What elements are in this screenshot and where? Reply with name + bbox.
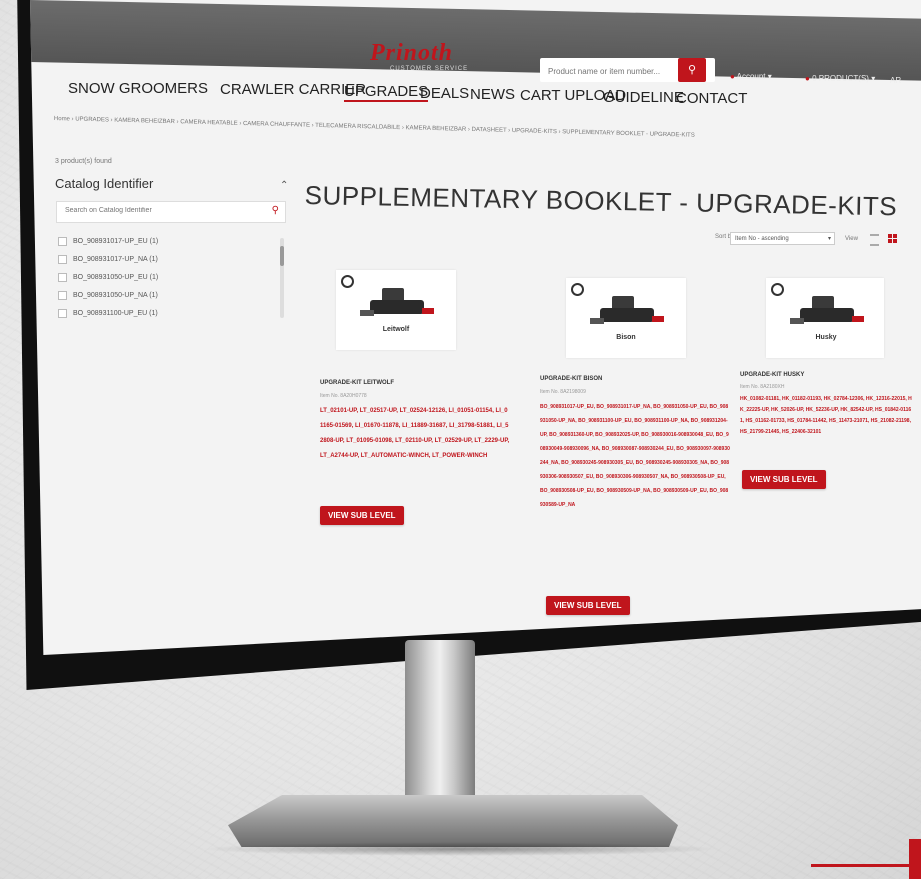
- view-label: View: [845, 236, 858, 242]
- nav-item-snow-groomers[interactable]: SNOW GROOMERS: [68, 80, 208, 97]
- vehicle-blade: [360, 310, 374, 316]
- filter-title: Catalog Identifier: [55, 176, 154, 191]
- brand-accent-line: [811, 864, 921, 867]
- main-nav: SNOW GROOMERS CRAWLER CARRIER UPGRADES D…: [68, 80, 918, 120]
- filter-item-label: BO_908931017-UP_NA (1): [73, 255, 158, 263]
- filter-item[interactable]: BO_908931050-UP_NA (1): [58, 286, 288, 304]
- product-image[interactable]: Husky: [766, 278, 884, 358]
- list-view-icon[interactable]: [870, 234, 879, 246]
- product-image[interactable]: Leitwolf: [336, 270, 456, 350]
- product-card-husky: Husky UPGRADE-KIT HUSKY Item No. 8A2180X…: [740, 278, 921, 508]
- badge-icon: [341, 275, 354, 288]
- sort-value: Item No - ascending: [735, 236, 789, 242]
- vehicle-body: [600, 308, 654, 322]
- logo-tagline: CUSTOMER SERVICE: [390, 66, 469, 72]
- product-card-leitwolf: Leitwolf UPGRADE-KIT LEITWOLF Item No. 8…: [310, 270, 509, 570]
- search-button[interactable]: ⚲: [678, 58, 706, 82]
- checkbox[interactable]: [58, 236, 67, 246]
- vehicle-tiller: [652, 316, 664, 322]
- view-sub-level-button[interactable]: VIEW SUB LEVEL: [546, 596, 630, 615]
- monitor: Prinoth CUSTOMER SERVICE ⚲ ● Account ▾ ●…: [0, 0, 921, 700]
- vehicle-label: Husky: [815, 334, 837, 341]
- product-codes: LT_02101-UP, LT_02517-UP, LT_02524-12126…: [320, 408, 510, 459]
- chevron-down-icon: ▾: [827, 236, 831, 242]
- stand-shadow: [200, 842, 720, 856]
- nav-item-news[interactable]: NEWS: [470, 86, 515, 103]
- grid-view-icon[interactable]: [888, 234, 897, 243]
- filter-item-label: BO_908931100-UP_EU (1): [73, 309, 158, 317]
- filter-item-label: BO_908931050-UP_NA (1): [73, 291, 158, 299]
- product-item-no: Item No. 8A20H0778: [320, 393, 367, 399]
- product-item-no: Item No. 8A2198009: [540, 389, 586, 395]
- monitor-stand-neck: [405, 640, 475, 820]
- vehicle-label: Bison: [616, 334, 636, 341]
- filter-search-input[interactable]: [63, 206, 247, 215]
- filter-search-box: ⚲: [56, 201, 286, 223]
- logo[interactable]: Prinoth: [370, 40, 453, 67]
- vehicle-blade: [590, 318, 604, 324]
- product-name[interactable]: UPGRADE-KIT BISON: [540, 376, 602, 382]
- nav-item-guideline[interactable]: GUIDELINE: [603, 89, 684, 106]
- filter-item[interactable]: BO_908931050-UP_EU (1): [58, 268, 288, 286]
- brand-accent-block: [909, 839, 921, 879]
- filter-item[interactable]: BO_908931017-UP_EU (1): [58, 232, 288, 250]
- screen: Prinoth CUSTOMER SERVICE ⚲ ● Account ▾ ●…: [30, 0, 921, 655]
- monitor-stand-base: [228, 795, 678, 847]
- vehicle-body: [370, 300, 424, 314]
- product-codes: BO_908931017-UP_EU, BO_908931017-UP_NA, …: [540, 404, 730, 508]
- filter-list: BO_908931017-UP_EU (1) BO_908931017-UP_N…: [58, 232, 288, 322]
- vehicle-blade: [790, 318, 804, 324]
- product-codes: HK_01082-01181, HK_01182-01193, HK_02784…: [740, 396, 912, 435]
- checkbox[interactable]: [58, 272, 67, 282]
- vehicle-tiller: [422, 308, 434, 314]
- collapse-icon[interactable]: ⌃: [280, 180, 288, 191]
- page-title: SUPPLEMENTARY BOOKLET - UPGRADE-KITS: [304, 180, 898, 222]
- product-image[interactable]: Bison: [566, 278, 686, 358]
- view-sub-level-button[interactable]: VIEW SUB LEVEL: [320, 506, 404, 525]
- sort-select[interactable]: Item No - ascending ▾: [730, 232, 835, 245]
- filter-scrollbar[interactable]: [280, 238, 284, 318]
- top-bar: [30, 0, 921, 81]
- badge-icon: [771, 283, 784, 296]
- result-count: 3 product(s) found: [55, 158, 112, 165]
- badge-icon: [571, 283, 584, 296]
- vehicle-body: [800, 308, 854, 322]
- filter-item-label: BO_908931017-UP_EU (1): [73, 237, 159, 245]
- product-card-bison: Bison UPGRADE-KIT BISON Item No. 8A21980…: [540, 278, 730, 628]
- checkbox[interactable]: [58, 308, 67, 318]
- checkbox[interactable]: [58, 290, 67, 300]
- scroll-thumb[interactable]: [280, 246, 284, 266]
- search-input[interactable]: [546, 63, 680, 79]
- search-icon[interactable]: ⚲: [272, 205, 279, 216]
- filter-item[interactable]: BO_908931100-UP_EU (1): [58, 304, 288, 322]
- view-sub-level-button[interactable]: VIEW SUB LEVEL: [742, 470, 826, 489]
- nav-item-deals[interactable]: DEALS: [420, 85, 469, 102]
- product-name[interactable]: UPGRADE-KIT HUSKY: [740, 372, 804, 378]
- vehicle-label: Leitwolf: [382, 326, 410, 333]
- filter-item-label: BO_908931050-UP_EU (1): [73, 273, 159, 281]
- filter-item[interactable]: BO_908931017-UP_NA (1): [58, 250, 288, 268]
- nav-item-upgrades[interactable]: UPGRADES: [344, 83, 429, 102]
- product-item-no: Item No. 8A2180XH: [740, 384, 785, 390]
- vehicle-tiller: [852, 316, 864, 322]
- product-name[interactable]: UPGRADE-KIT LEITWOLF: [320, 380, 394, 386]
- nav-item-contact[interactable]: CONTACT: [676, 90, 747, 107]
- checkbox[interactable]: [58, 254, 67, 264]
- search-icon: ⚲: [687, 64, 697, 76]
